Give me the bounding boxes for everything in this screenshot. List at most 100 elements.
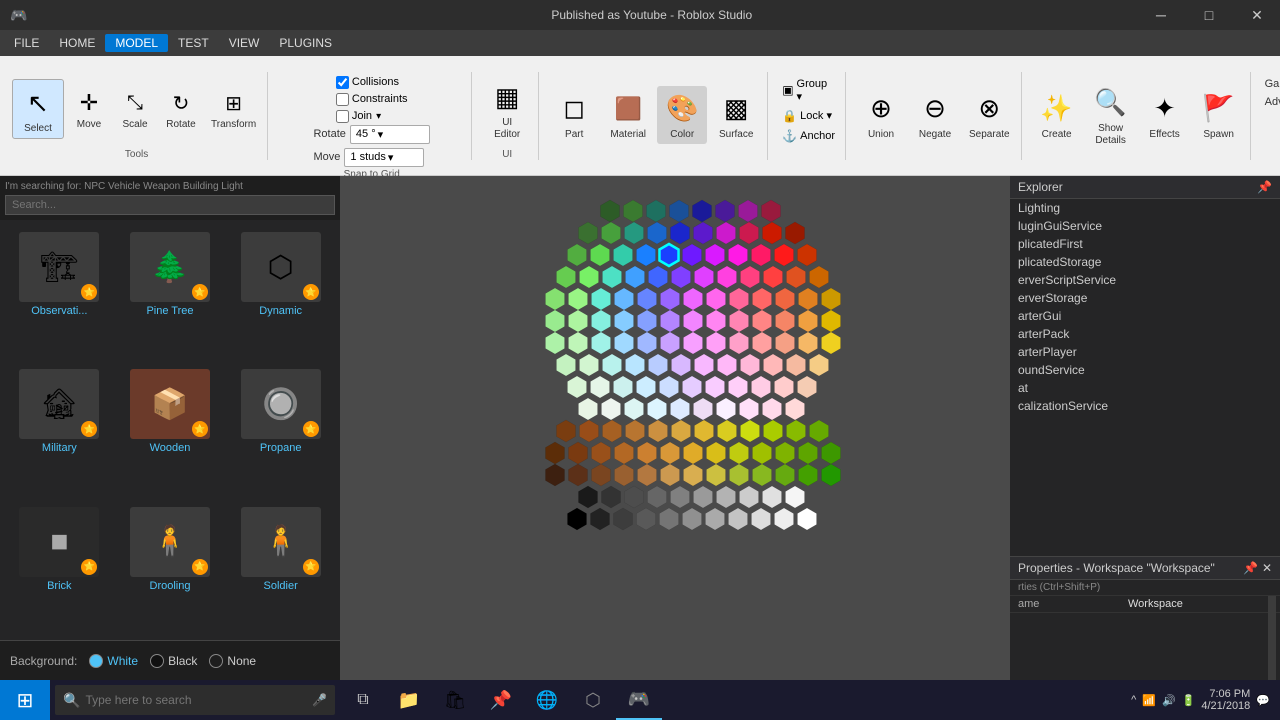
color-hex-cell[interactable]: [660, 332, 679, 354]
color-hex-cell[interactable]: [591, 442, 610, 464]
color-hex-cell[interactable]: [579, 420, 598, 442]
color-hex-cell[interactable]: [683, 332, 702, 354]
color-hex-cell[interactable]: [761, 200, 780, 222]
move-snap-dropdown[interactable]: 1 studs▾: [344, 148, 424, 167]
explorer-item-starterpack[interactable]: arterPack: [1010, 325, 1280, 343]
color-hex-cell[interactable]: [729, 332, 748, 354]
asset-item-military[interactable]: 🏚 ⭐ Military: [8, 365, 111, 494]
rotate-button[interactable]: ↻ Rotate: [160, 84, 202, 134]
color-hex-cell[interactable]: [751, 376, 770, 398]
color-hex-cell[interactable]: [786, 420, 805, 442]
menu-plugins[interactable]: PLUGINS: [269, 34, 342, 52]
color-hex-cell[interactable]: [706, 288, 725, 310]
color-hex-cell[interactable]: [602, 420, 621, 442]
color-hex-cell[interactable]: [601, 486, 620, 508]
menu-file[interactable]: FILE: [4, 34, 49, 52]
color-hex-cell[interactable]: [614, 442, 633, 464]
color-hex-cell[interactable]: [660, 464, 679, 486]
color-hex-cell[interactable]: [659, 508, 678, 530]
color-hex-cell[interactable]: [590, 244, 609, 266]
color-hex-cell[interactable]: [636, 508, 655, 530]
asset-item-pinetree[interactable]: 🌲 ⭐ Pine Tree: [119, 228, 222, 357]
bg-black-option[interactable]: Black: [150, 654, 197, 668]
menu-test[interactable]: TEST: [168, 34, 219, 52]
color-hex-cell[interactable]: [797, 508, 816, 530]
notification-icon[interactable]: 💬: [1256, 694, 1270, 707]
color-hex-cell[interactable]: [578, 222, 597, 244]
effects-button[interactable]: ✦ Effects: [1140, 86, 1190, 144]
taskbar-file-explorer[interactable]: 📁: [386, 680, 432, 720]
color-hex-cell[interactable]: [798, 310, 817, 332]
color-hex-cell[interactable]: [762, 398, 781, 420]
separate-button[interactable]: ⊗ Separate: [964, 86, 1015, 144]
menu-view[interactable]: VIEW: [219, 34, 270, 52]
color-hex-cell[interactable]: [798, 464, 817, 486]
asset-item-observatory[interactable]: 🏗 ⭐ Observati...: [8, 228, 111, 357]
color-hex-cell[interactable]: [659, 376, 678, 398]
color-hex-cell[interactable]: [623, 200, 642, 222]
color-hex-cell[interactable]: [567, 376, 586, 398]
color-hex-cell[interactable]: [729, 442, 748, 464]
color-hex-cell[interactable]: [556, 266, 575, 288]
explorer-item-starterplayer[interactable]: arterPlayer: [1010, 343, 1280, 361]
network-icon[interactable]: 📶: [1142, 694, 1156, 707]
color-hex-cell[interactable]: [728, 376, 747, 398]
color-hex-cell[interactable]: [728, 508, 747, 530]
color-hex-cell[interactable]: [646, 200, 665, 222]
color-hex-cell[interactable]: [716, 486, 735, 508]
asset-item-soldier[interactable]: 🧍 ⭐ Soldier: [229, 503, 332, 632]
tray-chevron[interactable]: ^: [1131, 694, 1136, 706]
taskbar-clock[interactable]: 7:06 PM 4/21/2018: [1201, 688, 1250, 712]
taskbar-store[interactable]: 🛍: [432, 680, 478, 720]
color-hex-cell[interactable]: [797, 244, 816, 266]
create-button[interactable]: ✨ Create: [1032, 86, 1082, 144]
color-hex-cell[interactable]: [798, 288, 817, 310]
battery-icon[interactable]: 🔋: [1182, 694, 1196, 707]
color-hex-cell[interactable]: [625, 420, 644, 442]
color-hex-cell[interactable]: [775, 442, 794, 464]
color-hex-cell[interactable]: [694, 266, 713, 288]
color-hex-cell[interactable]: [763, 420, 782, 442]
minimize-button[interactable]: ─: [1138, 0, 1184, 30]
color-hex-cell[interactable]: [624, 222, 643, 244]
color-hex-cell[interactable]: [660, 288, 679, 310]
color-hex-cell[interactable]: [797, 376, 816, 398]
gameplay-button[interactable]: Gameplay: [1261, 76, 1280, 92]
color-hex-cell[interactable]: [763, 354, 782, 376]
color-hex-cell[interactable]: [752, 442, 771, 464]
color-hex-cell[interactable]: [545, 288, 564, 310]
color-hex-cell[interactable]: [614, 332, 633, 354]
color-hex-cell[interactable]: [545, 442, 564, 464]
color-hex-cell[interactable]: [683, 310, 702, 332]
color-hex-cell[interactable]: [601, 398, 620, 420]
color-hex-cell[interactable]: [739, 398, 758, 420]
color-hex-cell[interactable]: [568, 332, 587, 354]
surface-button[interactable]: ▩ Surface: [711, 86, 761, 144]
color-hex-cell[interactable]: [614, 310, 633, 332]
color-hex-cell[interactable]: [693, 398, 712, 420]
color-hex-cell[interactable]: [613, 508, 632, 530]
color-hex-cell[interactable]: [669, 200, 688, 222]
color-hex-cell[interactable]: [752, 310, 771, 332]
color-hex-cell[interactable]: [717, 266, 736, 288]
move-button[interactable]: ✛ Move: [68, 84, 110, 134]
bg-none-option[interactable]: None: [209, 654, 256, 668]
color-hex-cell[interactable]: [729, 288, 748, 310]
color-hex-cell[interactable]: [637, 310, 656, 332]
color-hex-cell[interactable]: [705, 376, 724, 398]
negate-button[interactable]: ⊖ Negate: [910, 86, 960, 144]
color-hex-cell[interactable]: [624, 486, 643, 508]
color-hex-cell[interactable]: [775, 288, 794, 310]
color-hex-cell[interactable]: [637, 464, 656, 486]
taskbar-roblox[interactable]: 🎮: [616, 680, 662, 720]
explorer-item-serverscriptservice[interactable]: erverScriptService: [1010, 271, 1280, 289]
explorer-item-serverstorage[interactable]: erverStorage: [1010, 289, 1280, 307]
color-hex-cell[interactable]: [774, 508, 793, 530]
color-hex-cell[interactable]: [683, 442, 702, 464]
taskbar-mail[interactable]: 📌: [478, 680, 524, 720]
color-hex-cell[interactable]: [774, 376, 793, 398]
color-button[interactable]: 🎨 Color: [657, 86, 707, 144]
color-hex-cell[interactable]: [785, 398, 804, 420]
color-hex-cell[interactable]: [693, 222, 712, 244]
collisions-checkbox[interactable]: Collisions: [336, 76, 408, 89]
